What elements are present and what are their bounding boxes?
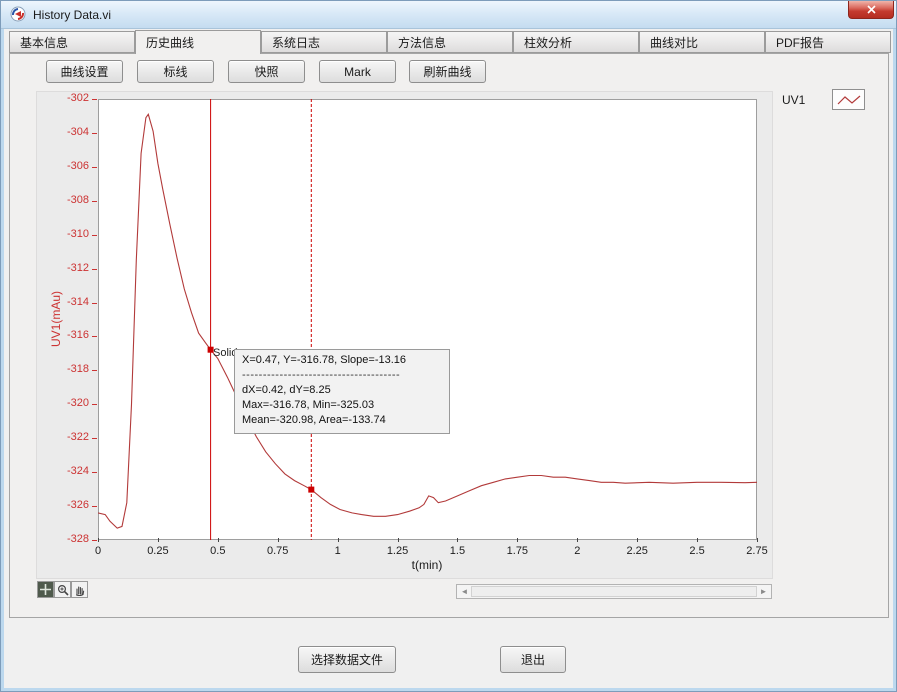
- x-tick-mark: [98, 538, 99, 542]
- refresh-curve-button[interactable]: 刷新曲线: [409, 60, 486, 83]
- y-tick-label: -320: [37, 397, 89, 409]
- crosshair-icon: [40, 584, 51, 595]
- zoom-tool-icon[interactable]: [54, 581, 71, 598]
- x-axis-title: t(min): [412, 558, 443, 572]
- y-tick-mark: [92, 370, 97, 371]
- y-tick-label: -318: [37, 363, 89, 375]
- x-tick-mark: [517, 538, 518, 542]
- x-tick-label: 0.75: [256, 545, 300, 557]
- y-tick-label: -322: [37, 431, 89, 443]
- y-tick-mark: [92, 438, 97, 439]
- legend-line-icon: [836, 93, 862, 107]
- y-tick-mark: [92, 540, 97, 541]
- y-tick-label: -316: [37, 329, 89, 341]
- x-tick-mark: [577, 538, 578, 542]
- pan-tool-icon[interactable]: [71, 581, 88, 598]
- scrollbar-thumb[interactable]: [471, 586, 757, 597]
- tab-basic-info[interactable]: 基本信息: [9, 31, 135, 53]
- y-tick-mark: [92, 99, 97, 100]
- x-tick-label: 1.5: [435, 545, 479, 557]
- title-bar: History Data.vi: [1, 1, 897, 29]
- y-tick-mark: [92, 472, 97, 473]
- y-tick-label: -310: [37, 228, 89, 240]
- marker-line-button[interactable]: 标线: [137, 60, 214, 83]
- select-data-file-button[interactable]: 选择数据文件: [298, 646, 396, 673]
- x-tick-label: 1.25: [376, 545, 420, 557]
- tab-history-curve[interactable]: 历史曲线: [135, 30, 261, 54]
- y-tick-label: -324: [37, 465, 89, 477]
- cursor-tool-icon[interactable]: [37, 581, 54, 598]
- y-tick-label: -306: [37, 160, 89, 172]
- y-tick-mark: [92, 167, 97, 168]
- x-tick-label: 0: [76, 545, 120, 557]
- chart-horizontal-scrollbar[interactable]: ◄ ►: [456, 584, 772, 599]
- x-tick-label: 1.75: [495, 545, 539, 557]
- x-tick-label: 2.25: [615, 545, 659, 557]
- hand-icon: [74, 584, 86, 596]
- x-tick-mark: [338, 538, 339, 542]
- annotation-line-maxmin: Max=-316.78, Min=-325.03: [242, 398, 442, 413]
- curve-settings-button[interactable]: 曲线设置: [46, 60, 123, 83]
- close-button[interactable]: [848, 1, 894, 19]
- y-tick-label: -326: [37, 499, 89, 511]
- y-tick-mark: [92, 506, 97, 507]
- window-title: History Data.vi: [33, 8, 111, 22]
- cursor-annotation-box: X=0.47, Y=-316.78, Slope=-13.16 --------…: [234, 349, 450, 434]
- tab-system-log[interactable]: 系统日志: [261, 31, 387, 53]
- x-tick-label: 0.5: [196, 545, 240, 557]
- y-tick-label: -302: [37, 92, 89, 104]
- y-axis-title: UV1(mAu): [49, 291, 63, 347]
- magnifier-icon: [57, 584, 69, 596]
- x-tick-label: 2.75: [735, 545, 779, 557]
- chromatogram-curve[interactable]: [98, 99, 757, 540]
- annotation-line-meanarea: Mean=-320.98, Area=-133.74: [242, 413, 442, 428]
- x-tick-mark: [218, 538, 219, 542]
- series-line-UV1: [98, 114, 757, 528]
- y-tick-mark: [92, 303, 97, 304]
- y-tick-label: -312: [37, 262, 89, 274]
- scroll-left-icon[interactable]: ◄: [458, 585, 471, 598]
- mark-button[interactable]: Mark: [319, 60, 396, 83]
- y-tick-mark: [92, 269, 97, 270]
- labview-vi-icon: [10, 6, 26, 22]
- x-tick-mark: [757, 538, 758, 542]
- y-tick-mark: [92, 336, 97, 337]
- x-tick-label: 0.25: [136, 545, 180, 557]
- history-data-window: History Data.vi 基本信息 历史曲线 系统日志 方法信息 柱效分析…: [0, 0, 897, 692]
- x-tick-mark: [457, 538, 458, 542]
- tab-method-info[interactable]: 方法信息: [387, 31, 513, 53]
- y-tick-mark: [92, 201, 97, 202]
- y-tick-mark: [92, 235, 97, 236]
- legend-series-label: UV1: [782, 93, 805, 107]
- annotation-line-delta: dX=0.42, dY=8.25: [242, 383, 442, 398]
- x-tick-mark: [697, 538, 698, 542]
- legend-plot-style-button[interactable]: [832, 89, 865, 110]
- x-tick-mark: [158, 538, 159, 542]
- x-tick-label: 2: [555, 545, 599, 557]
- x-tick-mark: [278, 538, 279, 542]
- annotation-line-xy: X=0.47, Y=-316.78, Slope=-13.16: [242, 353, 442, 368]
- y-tick-label: -328: [37, 533, 89, 545]
- tab-pdf-report[interactable]: PDF报告: [765, 31, 891, 53]
- y-tick-label: -314: [37, 296, 89, 308]
- x-tick-mark: [637, 538, 638, 542]
- y-tick-label: -304: [37, 126, 89, 138]
- close-icon: [867, 5, 876, 14]
- tab-column-efficiency[interactable]: 柱效分析: [513, 31, 639, 53]
- x-tick-mark: [398, 538, 399, 542]
- snapshot-button[interactable]: 快照: [228, 60, 305, 83]
- scroll-right-icon[interactable]: ►: [757, 585, 770, 598]
- x-tick-label: 2.5: [675, 545, 719, 557]
- y-tick-label: -308: [37, 194, 89, 206]
- y-tick-mark: [92, 404, 97, 405]
- x-tick-label: 1: [316, 545, 360, 557]
- exit-button[interactable]: 退出: [500, 646, 566, 673]
- annotation-separator: --------------------------------------: [242, 368, 442, 383]
- cursor-marker-2[interactable]: [308, 487, 314, 493]
- tab-curve-compare[interactable]: 曲线对比: [639, 31, 765, 53]
- y-tick-mark: [92, 133, 97, 134]
